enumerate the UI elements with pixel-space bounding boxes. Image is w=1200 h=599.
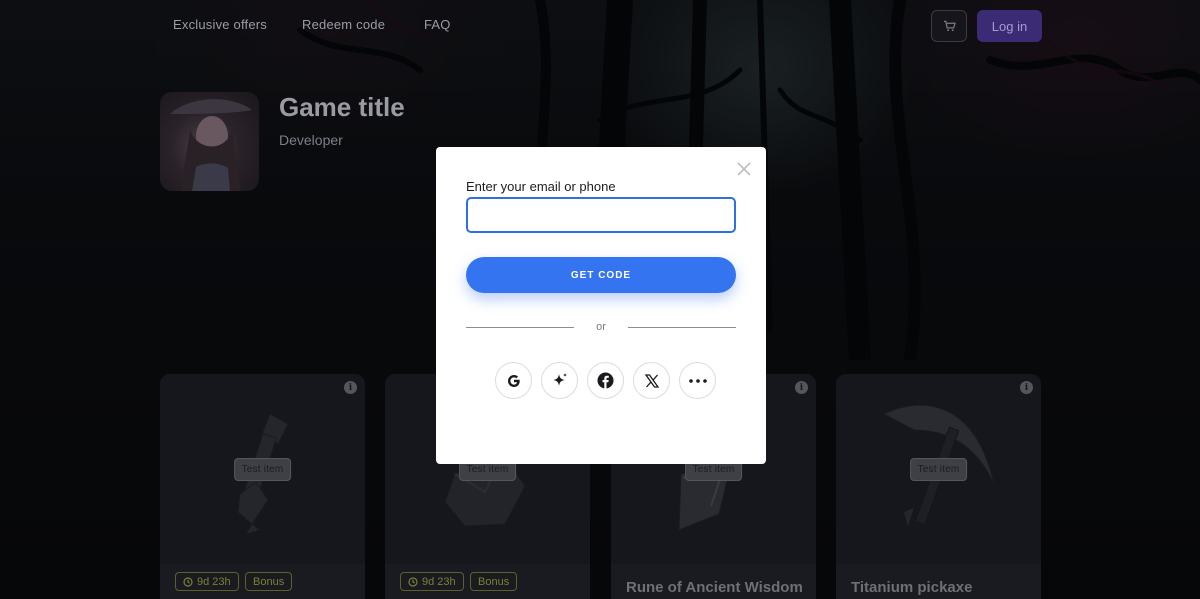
x-icon bbox=[644, 373, 659, 388]
item-tag: Test item bbox=[233, 458, 292, 481]
timer-text: 9d 23h bbox=[197, 575, 231, 588]
game-title: Game title bbox=[279, 92, 405, 122]
x-login-button[interactable] bbox=[633, 362, 670, 399]
clock-icon bbox=[183, 576, 193, 587]
nav-link-faq[interactable]: FAQ bbox=[424, 17, 451, 32]
bonus-chip: Bonus bbox=[245, 572, 293, 591]
ai-login-button[interactable] bbox=[541, 362, 578, 399]
divider-line bbox=[628, 327, 736, 328]
divider-text: or bbox=[596, 321, 606, 333]
store-page: Exclusive offers Redeem code FAQ Log in … bbox=[0, 0, 1200, 599]
timer-chip: 9d 23h bbox=[400, 572, 464, 591]
item-name: Titanium pickaxe bbox=[851, 579, 973, 596]
timer-chip: 9d 23h bbox=[175, 572, 239, 591]
email-phone-label: Enter your email or phone bbox=[466, 179, 616, 194]
bonus-chip: Bonus bbox=[470, 572, 518, 591]
nav-link-exclusive-offers[interactable]: Exclusive offers bbox=[173, 17, 267, 32]
cart-icon bbox=[943, 20, 956, 32]
cart-button[interactable] bbox=[931, 10, 967, 42]
login-button[interactable]: Log in bbox=[977, 10, 1042, 42]
item-card[interactable]: i Test item 9d 23h Bonus bbox=[160, 374, 365, 599]
nav-link-redeem-code[interactable]: Redeem code bbox=[302, 17, 385, 32]
timer-text: 9d 23h bbox=[422, 575, 456, 588]
sparkle-icon bbox=[552, 372, 567, 386]
more-icon bbox=[688, 378, 707, 383]
close-icon[interactable] bbox=[735, 160, 753, 178]
info-icon[interactable]: i bbox=[344, 381, 357, 394]
get-code-button[interactable]: GET CODE bbox=[466, 257, 736, 293]
google-login-button[interactable] bbox=[495, 362, 532, 399]
more-options-button[interactable] bbox=[679, 362, 716, 399]
game-cover-image bbox=[160, 92, 259, 191]
item-name: Rune of Ancient Wisdom bbox=[626, 579, 803, 596]
login-modal: Enter your email or phone GET CODE or bbox=[436, 147, 766, 464]
email-phone-input[interactable] bbox=[466, 197, 736, 233]
info-icon[interactable]: i bbox=[1020, 381, 1033, 394]
item-card[interactable]: i Test item Titanium pickaxe bbox=[836, 374, 1041, 599]
item-tag: Test item bbox=[909, 458, 968, 481]
google-icon bbox=[507, 374, 520, 387]
divider-line bbox=[466, 327, 574, 328]
game-developer: Developer bbox=[279, 132, 343, 148]
facebook-login-button[interactable] bbox=[587, 362, 624, 399]
clock-icon bbox=[408, 576, 418, 587]
facebook-icon bbox=[597, 372, 614, 389]
info-icon[interactable]: i bbox=[795, 381, 808, 394]
